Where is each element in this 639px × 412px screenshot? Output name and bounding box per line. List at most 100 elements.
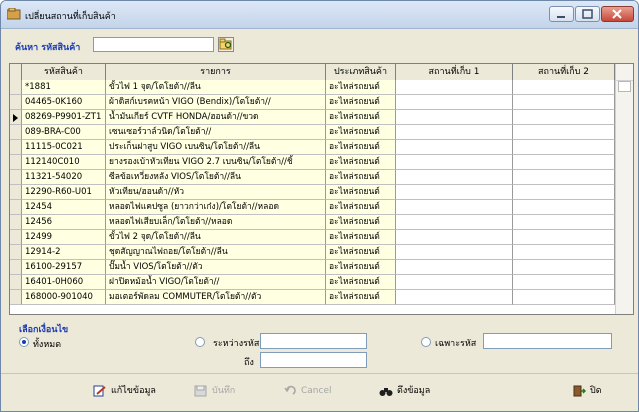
cell-location-2[interactable] <box>513 155 615 170</box>
cell-location-2[interactable] <box>513 260 615 275</box>
cell-item-name[interactable]: มอเตอร์พัดลม COMMUTER/โตโยต้า//ตัว <box>106 290 326 305</box>
header-item-type[interactable]: ประเภทสินค้า <box>326 64 396 80</box>
edit-button[interactable]: แก้ไขข้อมูล <box>93 382 156 400</box>
table-row[interactable]: 12454 หลอดไฟแคปซูล (ยาวกว่าเก๋ง)/โตโยต้า/… <box>10 200 615 215</box>
cell-item-name[interactable]: หลอดไฟแคปซูล (ยาวกว่าเก๋ง)/โตโยต้า//หลอด <box>106 200 326 215</box>
cell-item-name[interactable]: น้ำมันเกียร์ CVTF HONDA/ฮอนด้า//ขวด <box>106 110 326 125</box>
range-from-input[interactable] <box>260 333 367 349</box>
cell-location-1[interactable] <box>396 95 513 110</box>
cell-location-1[interactable] <box>396 260 513 275</box>
table-row[interactable]: 168000-901040 มอเตอร์พัดลม COMMUTER/โตโยต… <box>10 290 615 305</box>
cell-item-name[interactable]: ขั้วไฟ 1 จุด/โตโยต้า//ลีน <box>106 80 326 95</box>
cell-item-name[interactable]: ซีลข้อเหวี่ยงหลัง VIOS/โตโยต้า//ลีน <box>106 170 326 185</box>
cancel-button[interactable]: Cancel <box>283 382 332 400</box>
table-row[interactable]: 11115-0C021 ประเก็นฝาสูบ VIGO เบนซิน/โตโย… <box>10 140 615 155</box>
cell-item-name[interactable]: เซนเซอร์วาล์วนิด/โตโยต้า// <box>106 125 326 140</box>
table-row[interactable]: 16401-0H060 ฝาปิดหม้อน้ำ VIGO/โตโยต้า//อะ… <box>10 275 615 290</box>
close-window-button[interactable] <box>601 6 634 22</box>
cell-item-type[interactable]: อะไหล่รถยนต์ <box>326 245 396 260</box>
cell-location-2[interactable] <box>513 110 615 125</box>
cell-item-code[interactable]: *1881 <box>22 80 106 95</box>
cell-location-2[interactable] <box>513 170 615 185</box>
row-selector[interactable] <box>10 185 22 200</box>
cell-item-code[interactable]: 16401-0H060 <box>22 275 106 290</box>
table-row[interactable]: 12456 หลอดไฟเสียบเล็ก/โตโยต้า//หลอด อะไหล่… <box>10 215 615 230</box>
cell-item-name[interactable]: ขั้วไฟ 2 จุด/โตโยต้า//ลีน <box>106 230 326 245</box>
header-location-2[interactable]: สถานที่เก็บ 2 <box>513 64 615 80</box>
close-button[interactable]: ปิด <box>572 382 602 400</box>
cell-location-2[interactable] <box>513 245 615 260</box>
cell-location-1[interactable] <box>396 275 513 290</box>
cell-location-2[interactable] <box>513 185 615 200</box>
cell-item-code[interactable]: 08269-P9901-ZT1 <box>22 110 106 125</box>
radio-all[interactable] <box>19 337 29 347</box>
minimize-button[interactable] <box>549 6 574 22</box>
cell-item-type[interactable]: อะไหล่รถยนต์ <box>326 110 396 125</box>
cell-item-type[interactable]: อะไหล่รถยนต์ <box>326 140 396 155</box>
table-row[interactable]: *1881 ขั้วไฟ 1 จุด/โตโยต้า//ลีน อะไหล่รถยน… <box>10 80 615 95</box>
table-row[interactable]: 04465-0K160 ผ้าดิสก์เบรคหน้า VIGO (Bendix… <box>10 95 615 110</box>
cell-item-code[interactable]: 12914-2 <box>22 245 106 260</box>
cell-item-code[interactable]: 12454 <box>22 200 106 215</box>
vertical-scrollbar[interactable] <box>615 64 633 314</box>
cell-item-type[interactable]: อะไหล่รถยนต์ <box>326 275 396 290</box>
table-row[interactable]: 112140C010 ยางรองเบ้าหัวเทียน VIGO 2.7 เบ… <box>10 155 615 170</box>
cell-item-name[interactable]: ชุดสัญญาณไฟถอย/โตโยต้า//ลีน <box>106 245 326 260</box>
cell-item-name[interactable]: หัวเทียน/ฮอนด้า//หัว <box>106 185 326 200</box>
row-selector[interactable] <box>10 125 22 140</box>
cell-item-type[interactable]: อะไหล่รถยนต์ <box>326 260 396 275</box>
cell-location-1[interactable] <box>396 185 513 200</box>
cell-location-2[interactable] <box>513 275 615 290</box>
cell-item-code[interactable]: 11321-54020 <box>22 170 106 185</box>
cell-location-1[interactable] <box>396 230 513 245</box>
title-bar[interactable]: เปลี่ยนสถานที่เก็บสินค้า <box>1 1 638 29</box>
cell-location-1[interactable] <box>396 245 513 260</box>
save-button[interactable]: บันทึก <box>194 382 235 400</box>
cell-location-2[interactable] <box>513 200 615 215</box>
row-selector[interactable] <box>10 95 22 110</box>
scroll-up-button[interactable] <box>616 64 633 81</box>
cell-item-type[interactable]: อะไหล่รถยนต์ <box>326 215 396 230</box>
cell-location-1[interactable] <box>396 170 513 185</box>
cell-item-type[interactable]: อะไหล่รถยนต์ <box>326 200 396 215</box>
cell-item-code[interactable]: 089-BRA-C00 <box>22 125 106 140</box>
cell-item-code[interactable]: 04465-0K160 <box>22 95 106 110</box>
row-selector[interactable] <box>10 155 22 170</box>
cell-item-type[interactable]: อะไหล่รถยนต์ <box>326 185 396 200</box>
cell-location-2[interactable] <box>513 140 615 155</box>
cell-item-code[interactable]: 16100-29157 <box>22 260 106 275</box>
table-row[interactable]: 11321-54020 ซีลข้อเหวี่ยงหลัง VIOS/โตโยต้… <box>10 170 615 185</box>
row-selector[interactable] <box>10 290 22 305</box>
table-row[interactable]: 12499 ขั้วไฟ 2 จุด/โตโยต้า//ลีน อะไหล่รถยน… <box>10 230 615 245</box>
cell-location-2[interactable] <box>513 215 615 230</box>
row-selector[interactable] <box>10 200 22 215</box>
cell-location-1[interactable] <box>396 140 513 155</box>
row-selector[interactable] <box>10 140 22 155</box>
maximize-button[interactable] <box>575 6 600 22</box>
cell-item-type[interactable]: อะไหล่รถยนต์ <box>326 95 396 110</box>
cell-item-type[interactable]: อะไหล่รถยนต์ <box>326 80 396 95</box>
table-row[interactable]: 12914-2 ชุดสัญญาณไฟถอย/โตโยต้า//ลีน อะไหล่… <box>10 245 615 260</box>
cell-location-1[interactable] <box>396 125 513 140</box>
cell-item-name[interactable]: ฝาปิดหม้อน้ำ VIGO/โตโยต้า// <box>106 275 326 290</box>
cell-item-name[interactable]: ประเก็นฝาสูบ VIGO เบนซิน/โตโยต้า//ลีน <box>106 140 326 155</box>
row-selector[interactable] <box>10 245 22 260</box>
row-selector[interactable] <box>10 230 22 245</box>
cell-item-code[interactable]: 11115-0C021 <box>22 140 106 155</box>
row-selector[interactable] <box>10 110 22 125</box>
cell-item-code[interactable]: 12456 <box>22 215 106 230</box>
cell-item-name[interactable]: ปั๊มน้ำ VIOS/โตโยต้า//ตัว <box>106 260 326 275</box>
cell-item-type[interactable]: อะไหล่รถยนต์ <box>326 170 396 185</box>
row-selector[interactable] <box>10 80 22 95</box>
header-location-1[interactable]: สถานที่เก็บ 1 <box>396 64 513 80</box>
cell-item-name[interactable]: ผ้าดิสก์เบรคหน้า VIGO (Bendix)/โตโยต้า// <box>106 95 326 110</box>
scroll-thumb[interactable] <box>618 81 631 92</box>
row-selector[interactable] <box>10 275 22 290</box>
cell-location-1[interactable] <box>396 155 513 170</box>
cell-item-code[interactable]: 12499 <box>22 230 106 245</box>
cell-location-2[interactable] <box>513 290 615 305</box>
table-row[interactable]: 08269-P9901-ZT1 น้ำมันเกียร์ CVTF HONDA/ฮ… <box>10 110 615 125</box>
row-selector[interactable] <box>10 215 22 230</box>
cell-item-type[interactable]: อะไหล่รถยนต์ <box>326 290 396 305</box>
cell-location-2[interactable] <box>513 125 615 140</box>
